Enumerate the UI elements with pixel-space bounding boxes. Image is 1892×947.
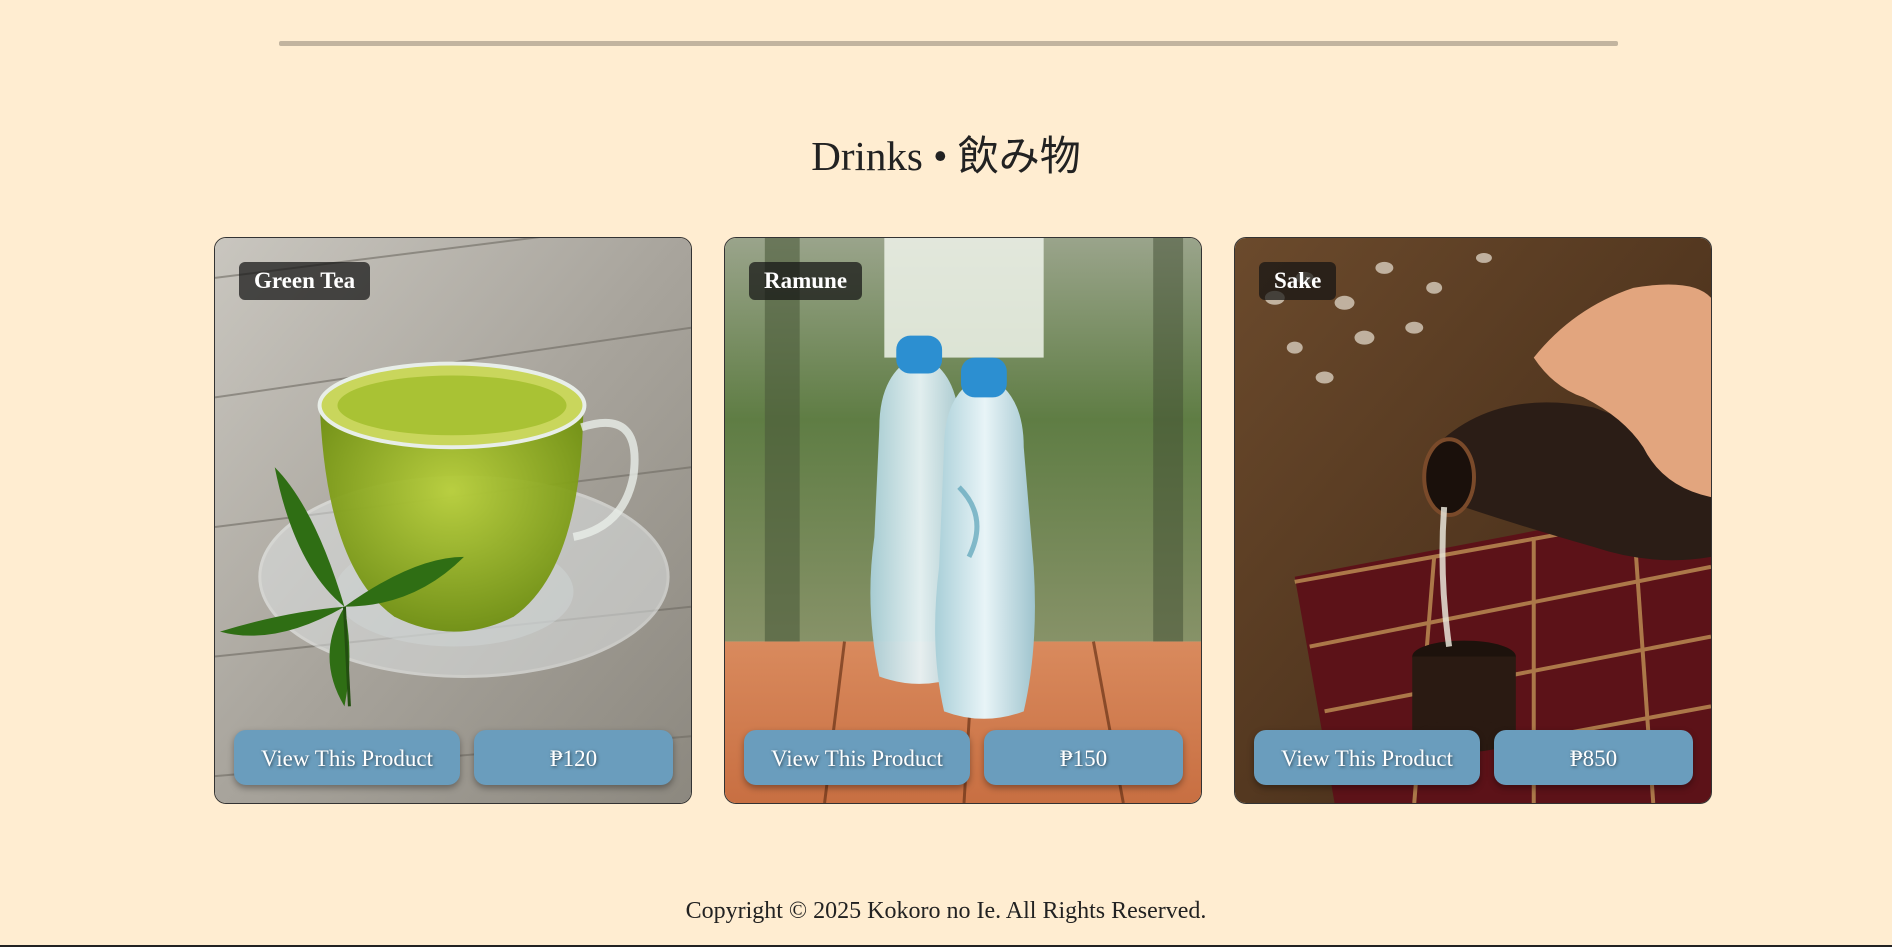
view-product-button[interactable]: View This Product: [234, 730, 460, 785]
product-card-green-tea: Green Tea View This Product ₱120: [214, 237, 692, 804]
product-name-badge: Ramune: [749, 262, 863, 300]
product-name-badge: Green Tea: [239, 262, 371, 300]
price-button[interactable]: ₱150: [984, 730, 1183, 785]
view-product-button[interactable]: View This Product: [1254, 730, 1480, 785]
section-divider: [279, 41, 1618, 46]
sake-image: [1235, 238, 1711, 803]
view-product-button[interactable]: View This Product: [744, 730, 970, 785]
ramune-image: [725, 238, 1201, 803]
price-button[interactable]: ₱120: [474, 730, 673, 785]
green-tea-image: [215, 238, 691, 803]
product-card-ramune: Ramune View This Product ₱150: [724, 237, 1202, 804]
footer-copyright: Copyright © 2025 Kokoro no Ie. All Right…: [685, 898, 1207, 924]
product-card-sake: Sake View This Product ₱850: [1234, 237, 1712, 804]
product-name-badge: Sake: [1259, 262, 1337, 300]
section-title: Drinks • 飲み物: [811, 133, 1081, 179]
price-button[interactable]: ₱850: [1494, 730, 1693, 785]
